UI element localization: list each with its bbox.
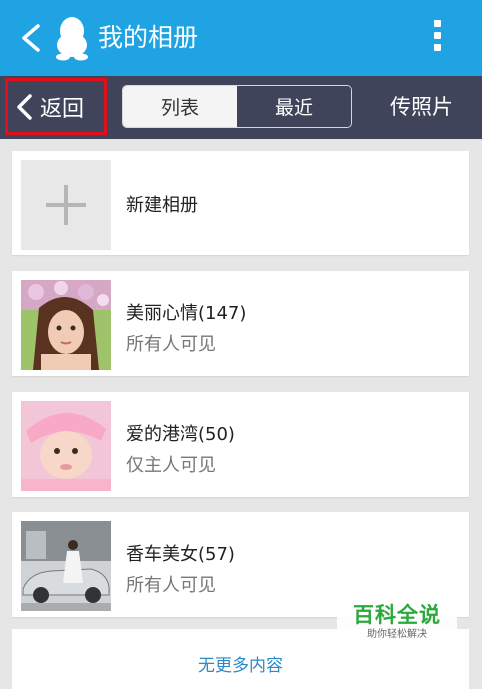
watermark-subtitle: 助你轻松解决	[367, 629, 427, 640]
album-name: 爱的港湾(50)	[126, 424, 235, 445]
plus-icon	[21, 160, 111, 250]
album-name: 香车美女(57)	[126, 544, 235, 565]
qq-penguin-icon	[56, 17, 88, 61]
album-name: 美丽心情(147)	[126, 303, 247, 324]
album-privacy: 所有人可见	[126, 334, 216, 355]
back-button[interactable]: 返回	[5, 78, 107, 135]
album-thumbnail	[21, 280, 111, 370]
chevron-left-icon	[17, 93, 32, 120]
view-segmented-control: 列表 最近	[122, 85, 352, 128]
album-name: 新建相册	[126, 195, 198, 216]
watermark-title: 百科全说	[353, 603, 441, 627]
no-more-content-text: 无更多内容	[198, 656, 283, 676]
more-vertical-icon[interactable]	[432, 20, 442, 56]
watermark-logo: 百科全说 助你轻松解决	[337, 596, 457, 654]
tab-recent[interactable]: 最近	[237, 86, 351, 127]
album-item[interactable]: 爱的港湾(50) 仅主人可见	[12, 392, 469, 497]
new-album-item[interactable]: 新建相册	[12, 151, 469, 255]
upload-photo-button[interactable]: 传照片	[390, 91, 453, 121]
title-bar: 我的相册	[0, 0, 482, 76]
album-thumbnail	[21, 401, 111, 491]
page-title: 我的相册	[98, 23, 199, 52]
album-thumbnail	[21, 521, 111, 611]
tab-list[interactable]: 列表	[123, 86, 237, 127]
album-privacy: 所有人可见	[126, 575, 216, 596]
album-toolbar: 返回 列表 最近 传照片	[0, 76, 482, 139]
album-item[interactable]: 美丽心情(147) 所有人可见	[12, 271, 469, 376]
album-privacy: 仅主人可见	[126, 455, 216, 476]
back-button-label: 返回	[40, 96, 85, 122]
chevron-left-icon[interactable]	[18, 23, 44, 53]
